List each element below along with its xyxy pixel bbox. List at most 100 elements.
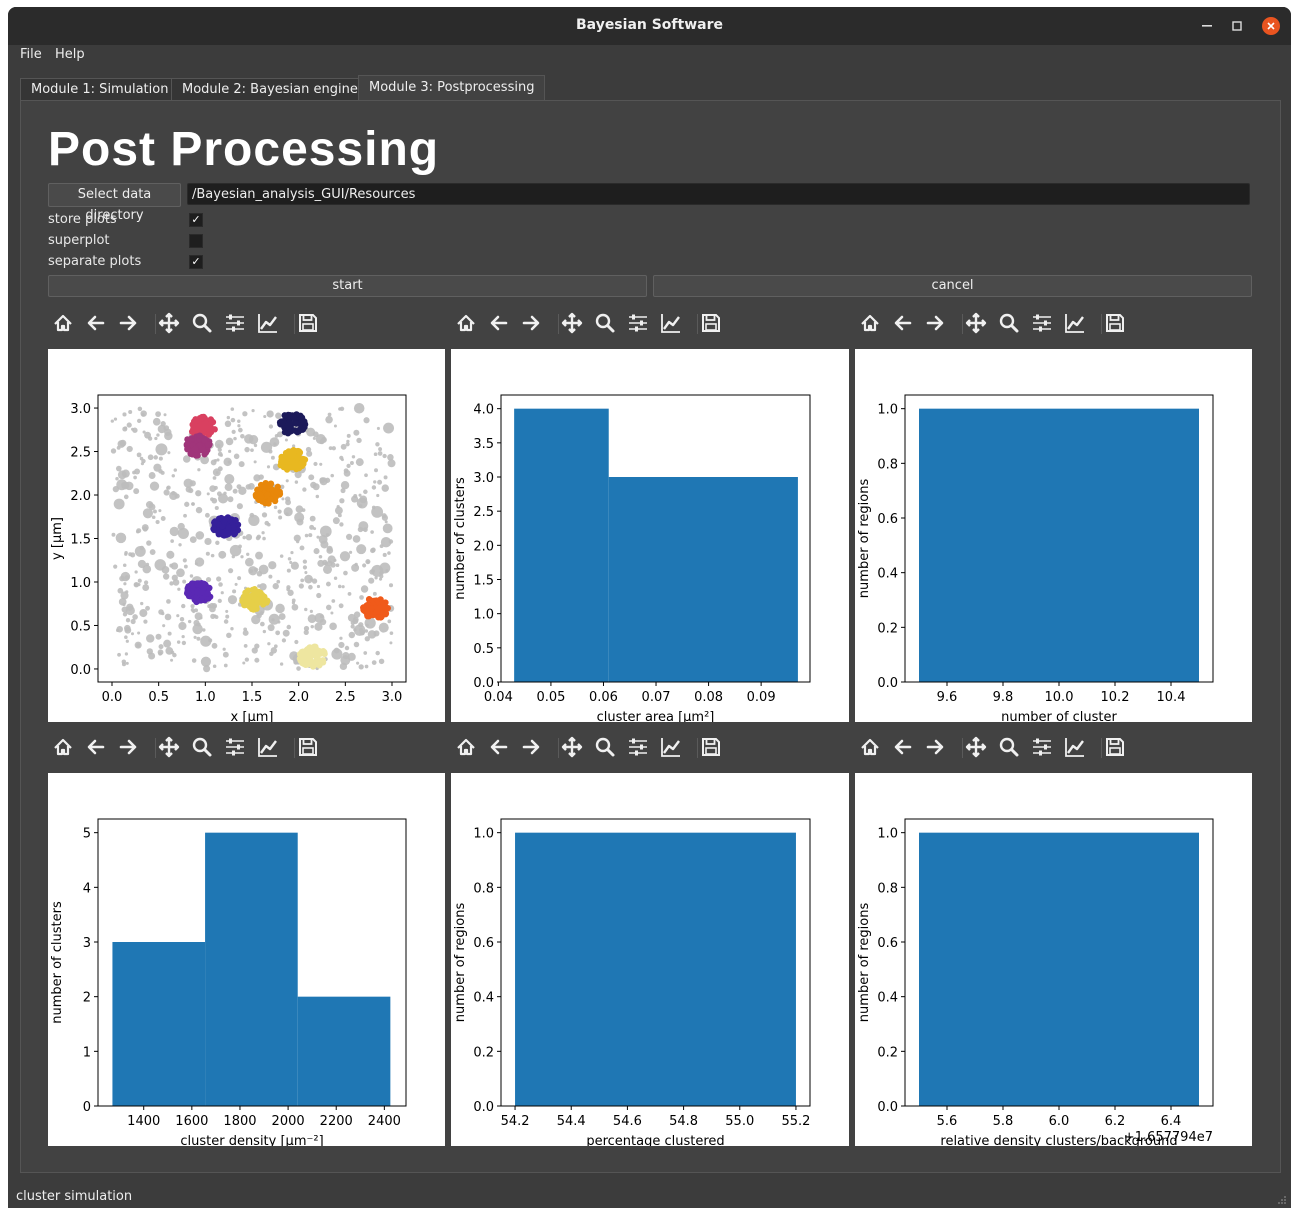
- background-point: [364, 473, 368, 478]
- zoom-icon[interactable]: [996, 734, 1022, 760]
- y-tick-label: 1: [83, 1045, 91, 1060]
- save-icon[interactable]: [1102, 734, 1128, 760]
- back-arrow-icon[interactable]: [486, 734, 512, 760]
- x-axis-label: x [µm]: [231, 710, 274, 722]
- background-point: [227, 460, 231, 464]
- configure-subplots-icon[interactable]: [1029, 310, 1055, 336]
- forward-arrow-icon[interactable]: [922, 734, 948, 760]
- resize-grip-icon[interactable]: [1277, 1195, 1287, 1205]
- home-icon[interactable]: [50, 734, 76, 760]
- configure-subplots-icon[interactable]: [222, 310, 248, 336]
- pan-icon[interactable]: [963, 734, 989, 760]
- separate-plots-checkbox[interactable]: ✓: [189, 255, 203, 269]
- y-tick-label: 3: [83, 936, 91, 951]
- background-point: [169, 526, 179, 537]
- background-point: [222, 651, 229, 658]
- forward-arrow-icon[interactable]: [115, 734, 141, 760]
- configure-subplots-icon[interactable]: [625, 310, 651, 336]
- start-button[interactable]: start: [48, 275, 647, 297]
- background-point: [167, 451, 171, 455]
- home-icon[interactable]: [50, 310, 76, 336]
- home-icon[interactable]: [857, 734, 883, 760]
- close-icon[interactable]: [1262, 17, 1280, 35]
- background-point: [151, 515, 156, 520]
- background-point: [273, 442, 277, 446]
- save-icon[interactable]: [1102, 310, 1128, 336]
- back-arrow-icon[interactable]: [890, 734, 916, 760]
- edit-axes-icon[interactable]: [658, 310, 684, 336]
- save-icon[interactable]: [295, 734, 321, 760]
- configure-subplots-icon[interactable]: [625, 734, 651, 760]
- minimize-icon[interactable]: [1198, 17, 1216, 35]
- pan-icon[interactable]: [559, 734, 585, 760]
- forward-arrow-icon[interactable]: [115, 310, 141, 336]
- home-icon[interactable]: [453, 734, 479, 760]
- plot-canvas-relative-density[interactable]: 5.6 5.8 6.0 6.2 6.4 0.0 0.2 0.4 0.6 0.8 1.0 relativ…: [855, 773, 1252, 1149]
- y-tick-label: 0.5: [473, 642, 494, 657]
- save-icon[interactable]: [698, 310, 724, 336]
- background-point: [179, 617, 185, 622]
- background-point: [255, 551, 263, 560]
- back-arrow-icon[interactable]: [486, 310, 512, 336]
- forward-arrow-icon[interactable]: [518, 310, 544, 336]
- back-arrow-icon[interactable]: [83, 310, 109, 336]
- configure-subplots-icon[interactable]: [222, 734, 248, 760]
- directory-path-field[interactable]: /Bayesian_analysis_GUI/Resources: [187, 183, 1250, 205]
- store-plots-checkbox[interactable]: ✓: [189, 213, 203, 227]
- toolbar-separator: [155, 738, 156, 758]
- plot-canvas-cluster-density[interactable]: 1400 1600 1800 2000 2200 2400 0 1 2 3 4 5 cluster de…: [48, 773, 445, 1149]
- background-point: [110, 419, 114, 423]
- save-icon[interactable]: [295, 310, 321, 336]
- superplot-checkbox[interactable]: [189, 234, 203, 248]
- zoom-icon[interactable]: [189, 310, 215, 336]
- edit-axes-icon[interactable]: [255, 310, 281, 336]
- background-point: [332, 517, 340, 525]
- background-point: [387, 454, 394, 461]
- tab-simulation[interactable]: Module 1: Simulation: [20, 78, 180, 101]
- back-arrow-icon[interactable]: [890, 310, 916, 336]
- background-point: [254, 643, 260, 649]
- background-point: [353, 611, 361, 618]
- background-point: [307, 614, 317, 623]
- edit-axes-icon[interactable]: [1062, 734, 1088, 760]
- histogram-bar: [514, 408, 609, 682]
- tab-bayesian-engine[interactable]: Module 2: Bayesian engine: [171, 78, 369, 101]
- forward-arrow-icon[interactable]: [922, 310, 948, 336]
- zoom-icon[interactable]: [996, 310, 1022, 336]
- home-icon[interactable]: [857, 310, 883, 336]
- plot-canvas-cluster-area[interactable]: 0.04 0.05 0.06 0.07 0.08 0.09 0.0 0.5 1.0 1.5 2.0 2…: [451, 349, 849, 725]
- select-directory-button[interactable]: Select data directory: [48, 183, 181, 223]
- edit-axes-icon[interactable]: [658, 734, 684, 760]
- home-icon[interactable]: [453, 310, 479, 336]
- cancel-button[interactable]: cancel: [653, 275, 1252, 297]
- maximize-icon[interactable]: [1228, 17, 1246, 35]
- tab-postprocessing[interactable]: Module 3: Postprocessing: [358, 75, 546, 101]
- pan-icon[interactable]: [963, 310, 989, 336]
- configure-subplots-icon[interactable]: [1029, 734, 1055, 760]
- background-point: [174, 493, 180, 499]
- menu-file[interactable]: File: [20, 47, 42, 62]
- plot-canvas-number-of-cluster[interactable]: 9.6 9.8 10.0 10.2 10.4 0.0 0.2 0.4 0.6 0.8 1.0 numb…: [855, 349, 1252, 725]
- pan-icon[interactable]: [156, 734, 182, 760]
- background-point: [123, 582, 127, 586]
- back-arrow-icon[interactable]: [83, 734, 109, 760]
- plot-canvas-scatter[interactable]: 0.0 0.5 1.0 1.5 2.0 2.5 3.0 0.0 0.5 1.0 1.5 2.0 2.5 3…: [48, 349, 445, 725]
- background-point: [215, 540, 220, 545]
- save-icon[interactable]: [698, 734, 724, 760]
- x-tick-label: 1600: [175, 1114, 208, 1129]
- cluster-point: [190, 425, 197, 432]
- edit-axes-icon[interactable]: [255, 734, 281, 760]
- pan-icon[interactable]: [156, 310, 182, 336]
- plot-canvas-percentage-clustered[interactable]: 54.2 54.4 54.6 54.8 55.0 55.2 0.0 0.2 0.4 0.6 0.8 1…: [451, 773, 849, 1149]
- edit-axes-icon[interactable]: [1062, 310, 1088, 336]
- forward-arrow-icon[interactable]: [518, 734, 544, 760]
- zoom-icon[interactable]: [189, 734, 215, 760]
- zoom-icon[interactable]: [592, 310, 618, 336]
- zoom-icon[interactable]: [592, 734, 618, 760]
- background-point: [268, 424, 274, 429]
- pan-icon[interactable]: [559, 310, 585, 336]
- background-point: [359, 595, 364, 600]
- menu-help[interactable]: Help: [55, 47, 85, 62]
- background-point: [324, 477, 331, 483]
- background-point: [158, 644, 164, 650]
